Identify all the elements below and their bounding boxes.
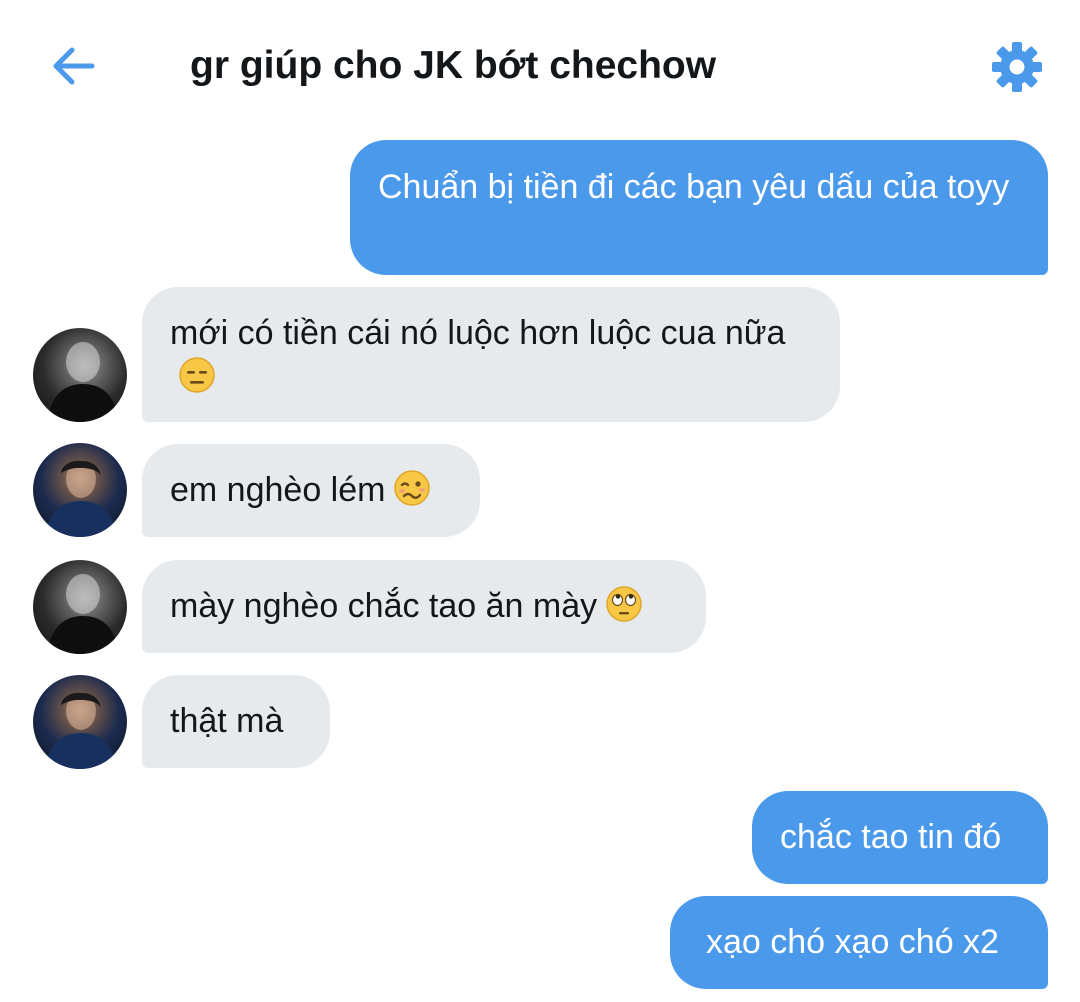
message-text: em nghèo lém bbox=[170, 471, 386, 509]
woozy-face-emoji bbox=[393, 469, 431, 518]
message-text: thật mà bbox=[170, 702, 284, 740]
message-bubble-incoming[interactable]: thật mà bbox=[142, 675, 330, 768]
avatar[interactable] bbox=[33, 328, 127, 422]
message-bubble-outgoing[interactable]: chắc tao tin đó bbox=[752, 791, 1048, 884]
settings-button[interactable] bbox=[988, 38, 1046, 96]
chat-title: gr giúp cho JK bớt chechow bbox=[190, 44, 717, 87]
chat-header: gr giúp cho JK bớt chechow bbox=[0, 0, 1080, 130]
message-text: mới có tiền cái nó luộc hơn luộc cua nữa bbox=[170, 314, 786, 352]
expressionless-face-emoji bbox=[178, 356, 216, 405]
avatar[interactable] bbox=[33, 560, 127, 654]
message-bubble-incoming[interactable]: em nghèo lém bbox=[142, 444, 480, 537]
message-text: mày nghèo chắc tao ăn mày bbox=[170, 587, 598, 625]
eye-roll-face-emoji bbox=[605, 585, 643, 634]
arrow-left-icon bbox=[53, 47, 95, 85]
message-text: xạo chó xạo chó x2 bbox=[706, 923, 999, 961]
back-button[interactable] bbox=[46, 38, 102, 94]
message-text: chắc tao tin đó bbox=[780, 818, 1002, 856]
message-bubble-outgoing[interactable]: Chuẩn bị tiền đi các bạn yêu dấu của toy… bbox=[350, 140, 1048, 275]
person-silhouette bbox=[45, 460, 117, 537]
message-bubble-incoming[interactable]: mày nghèo chắc tao ăn mày bbox=[142, 560, 706, 653]
avatar[interactable] bbox=[33, 675, 127, 769]
person-silhouette bbox=[47, 574, 119, 654]
person-silhouette bbox=[45, 692, 117, 769]
person-silhouette bbox=[47, 342, 119, 422]
avatar[interactable] bbox=[33, 443, 127, 537]
message-bubble-outgoing[interactable]: xạo chó xạo chó x2 bbox=[670, 896, 1048, 989]
gear-icon bbox=[992, 42, 1042, 92]
message-text: Chuẩn bị tiền đi các bạn yêu dấu của toy… bbox=[378, 168, 1010, 206]
message-bubble-incoming[interactable]: mới có tiền cái nó luộc hơn luộc cua nữa bbox=[142, 287, 840, 422]
